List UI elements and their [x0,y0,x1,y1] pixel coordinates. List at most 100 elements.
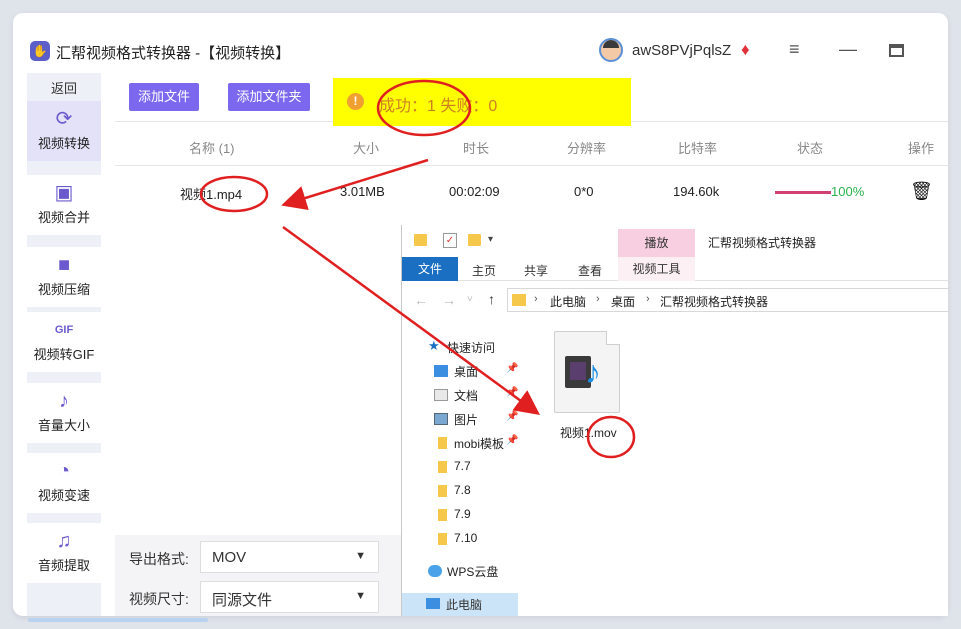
format-select[interactable]: MOV ▼ [200,541,379,573]
navigation-pane: ★ 快速访问 桌面 📌 文档 📌 图片 📌 mobi模板 📌 7.7 7.8 7… [402,333,532,616]
tab-home[interactable]: 主页 [472,262,496,279]
nav-label: 7.7 [454,459,471,473]
tab-file[interactable]: 文件 [402,257,458,281]
nav-item-this-pc[interactable]: 此电脑 [402,593,518,616]
column-size: 大小 [353,141,380,156]
add-folder-button[interactable]: 添加文件夹 [228,83,310,111]
minimize-icon[interactable]: — [839,39,857,60]
new-folder-icon[interactable] [468,234,481,246]
document-icon [434,389,448,401]
chevron-down-icon[interactable]: ▾ [488,234,493,245]
desktop-icon [434,365,448,377]
result-toast: ! 成功：1 失败：0 [333,78,631,126]
sidebar-item-video-compress[interactable]: ■ 视频压缩 [27,247,101,311]
sidebar-item-video-merge[interactable]: ▣ 视频合并 [27,175,101,239]
nav-item-folder[interactable]: 7.8 [402,479,532,503]
nav-item-pictures[interactable]: 图片 📌 [402,407,532,431]
sidebar-item-label: 视频变速 [37,488,90,503]
properties-icon[interactable]: ✓ [443,233,457,248]
sidebar-item-label: 音频提取 [37,558,90,573]
chevron-down-icon[interactable]: ˅ [467,294,473,305]
tab-share[interactable]: 共享 [524,262,548,279]
pin-icon: 📌 [506,435,519,446]
nav-item-documents[interactable]: 文档 📌 [402,383,532,407]
breadcrumb-item[interactable]: 汇帮视频格式转换器 [660,293,768,310]
nav-item-quick-access[interactable]: ★ 快速访问 [402,335,532,359]
nav-label: 7.10 [454,531,478,545]
back-button[interactable]: 返回 [27,78,101,97]
tab-play[interactable]: 播放 [618,229,695,257]
avatar[interactable] [599,38,623,62]
column-actions: 操作 [908,141,935,156]
pin-icon: 📌 [506,363,519,374]
up-arrow-icon[interactable]: ↑ [488,291,495,307]
sidebar-item-volume[interactable]: ♪ 音量大小 [27,383,101,447]
page-corner [606,331,620,345]
chevron-right-icon: › [596,293,600,305]
breadcrumb-item[interactable]: 桌面 [611,293,635,310]
video-file-icon[interactable]: ♪ [554,331,620,413]
explorer-title: 汇帮视频格式转换器 [708,236,817,250]
tab-video-tools[interactable]: 视频工具 [618,257,695,281]
username[interactable]: awS8PVjPqlsZ [632,42,731,59]
sidebar: 返回 ⟳ 视频转换 ▣ 视频合并 ■ 视频压缩 GIF 视频转GIF ♪ 音量大… [27,73,101,616]
nav-label: WPS云盘 [447,565,499,579]
pin-icon: 📌 [506,411,519,422]
breadcrumb-item[interactable]: 此电脑 [550,293,586,310]
video-merge-icon: ▣ [54,182,74,204]
column-bitrate: 比特率 [678,141,718,156]
size-cell: 3.01MB [340,184,385,199]
sidebar-item-label: 视频转换 [37,136,90,151]
cloud-icon [428,565,442,577]
nav-label: 图片 [454,413,479,427]
sidebar-item-video-convert[interactable]: ⟳ 视频转换 [27,101,101,165]
folder-icon [438,485,447,497]
pin-icon: 📌 [506,387,519,398]
music-note-icon: ♪ [585,354,601,390]
chevron-down-icon: ▼ [355,590,366,602]
folder-icon [512,294,526,306]
add-file-button[interactable]: 添加文件 [129,83,199,111]
nav-item-folder[interactable]: 7.10 [402,527,532,551]
forward-arrow-icon[interactable]: → [442,292,456,308]
maximize-icon[interactable] [889,44,904,57]
format-select-value: MOV [212,549,247,566]
progress-text: 100% [831,184,865,199]
tab-view[interactable]: 查看 [578,262,602,279]
nav-item-folder[interactable]: 7.7 [402,455,532,479]
folder-icon [414,234,427,246]
window-bottom-shadow [28,618,208,622]
table-row[interactable]: 视频1.mp4 3.01MB 00:02:09 0*0 194.60k 100%… [115,167,948,221]
progress-bar [775,191,831,194]
nav-label: 桌面 [454,365,479,379]
size-label: 视频尺寸: [129,591,189,607]
star-icon: ★ [428,338,440,353]
size-select[interactable]: 同源文件 ▼ [200,581,379,613]
file-name-label[interactable]: 视频1.mov [560,424,617,441]
column-resolution: 分辨率 [567,141,607,156]
title-bar: ✋ 汇帮视频格式转换器 -【视频转换】 awS8PVjPqlsZ ♦ ≡ — [13,13,948,73]
sidebar-item-video-to-gif[interactable]: GIF 视频转GIF [27,312,101,376]
folder-icon [438,509,447,521]
audio-extract-icon: ♫ [56,530,72,552]
nav-item-folder[interactable]: 7.9 [402,503,532,527]
sidebar-item-audio-extract[interactable]: ♫ 音频提取 [27,523,101,587]
sidebar-item-label: 音量大小 [37,418,90,433]
back-arrow-icon[interactable]: ← [414,292,428,308]
chevron-right-icon: › [534,293,538,305]
trash-icon[interactable]: 🗑 [910,181,933,202]
computer-icon [426,598,440,609]
address-bar[interactable]: › 此电脑 › 桌面 › 汇帮视频格式转换器 [507,288,948,312]
sidebar-item-label: 视频转GIF [33,347,95,362]
menu-icon[interactable]: ≡ [789,39,800,60]
column-name[interactable]: 名称 (1) [189,138,235,157]
picture-icon [434,413,448,425]
nav-item-folder[interactable]: mobi模板 📌 [402,431,532,455]
nav-item-wps-cloud[interactable]: WPS云盘 [402,559,532,583]
app-title: 汇帮视频格式转换器 -【视频转换】 [56,45,291,62]
sidebar-item-video-speed[interactable]: ◔ 视频变速 [27,453,101,517]
vip-diamond-icon[interactable]: ♦ [741,40,750,60]
speedometer-icon: ◔ [57,460,71,482]
nav-item-desktop[interactable]: 桌面 📌 [402,359,532,383]
folder-icon [438,461,447,473]
